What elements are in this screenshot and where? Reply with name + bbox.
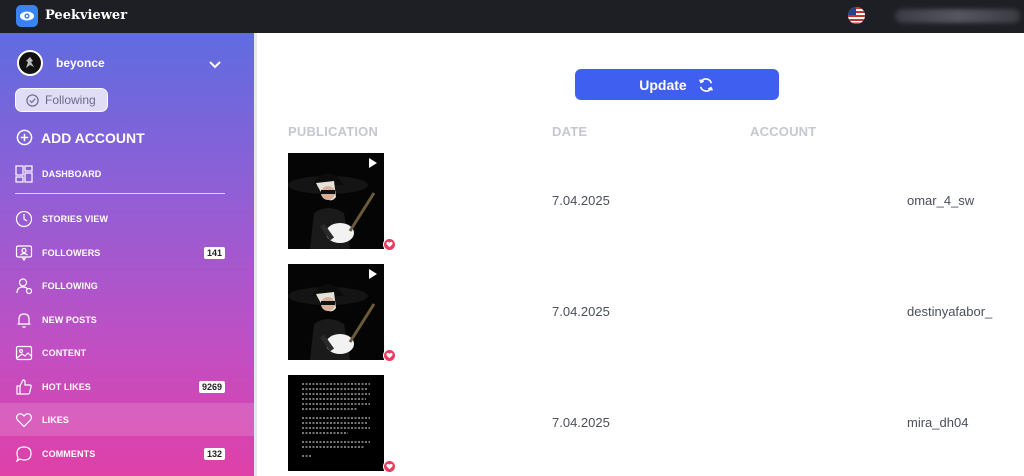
top-bar: Peekviewer [0,0,1024,33]
count-badge: 141 [203,246,225,259]
play-icon [369,269,377,279]
play-icon [369,158,377,168]
avatar[interactable] [17,50,43,76]
sidebar-item-label: COMMENTS [42,448,96,459]
sidebar-item-label: HOT LIKES [42,381,91,392]
following-label: Following [45,93,96,107]
eye-logo-icon[interactable] [16,5,38,27]
update-label: Update [639,76,687,93]
sidebar-item-following[interactable]: FOLLOWING [0,269,254,302]
update-button[interactable]: Update [575,69,779,100]
column-header-account: ACCOUNT [750,124,817,139]
date-cell: 7.04.2025 [552,415,610,430]
account-name[interactable]: beyonce [56,56,105,70]
user-icon [16,277,33,294]
column-header-publication: PUBLICATION [288,124,379,139]
clock-icon [15,210,33,227]
chevron-down-icon[interactable] [208,57,222,69]
thumbs-up-icon [16,378,32,395]
image-icon [15,345,33,360]
sidebar-item-likes[interactable]: LIKES [0,403,254,436]
account-cell[interactable]: mira_dh04 [907,415,968,430]
refresh-icon [698,77,713,92]
sidebar-item-label: FOLLOWING [42,280,98,291]
sidebar-item-stories-view[interactable]: STORIES VIEW [0,202,254,235]
sidebar-item-label: FOLLOWERS [42,247,101,258]
add-account-label: ADD ACCOUNT [41,129,145,146]
publication-thumbnail[interactable] [288,375,384,471]
comment-icon [15,445,32,462]
us-flag-icon[interactable] [848,7,865,24]
add-account-button[interactable]: ADD ACCOUNT [16,129,145,146]
sidebar-item-comments[interactable]: COMMENTS 132 [0,437,254,470]
heart-badge-icon [383,349,396,362]
sidebar-item-label: NEW POSTS [42,314,97,325]
column-header-date: DATE [552,124,588,139]
count-badge: 132 [203,447,225,460]
user-menu[interactable] [895,9,1020,23]
plus-circle-icon [16,129,33,146]
sidebar-item-content[interactable]: CONTENT [0,336,254,369]
publication-thumbnail[interactable] [288,153,384,249]
followers-icon [15,244,33,261]
account-cell[interactable]: destinyafabor_ [907,304,992,319]
sidebar-border [254,33,257,476]
sidebar-item-followers[interactable]: FOLLOWERS 141 [0,236,254,269]
sidebar-item-new-posts[interactable]: NEW POSTS [0,303,254,336]
dashboard-icon [15,164,33,183]
sidebar-item-label: CONTENT [42,347,87,358]
sidebar-item-label: DASHBOARD [42,168,102,179]
brand-name[interactable]: Peekviewer [45,8,127,23]
sidebar-item-hot-likes[interactable]: HOT LIKES 9269 [0,370,254,403]
sidebar-item-label: STORIES VIEW [42,213,109,224]
heart-badge-icon [383,460,396,473]
sidebar-item-dashboard[interactable]: DASHBOARD [0,157,254,190]
count-badge: 9269 [198,380,225,393]
sidebar: beyonce Following ADD ACCOUNT DASHBOARD … [0,33,254,476]
bell-icon [17,312,31,328]
sidebar-item-label: LIKES [42,414,70,425]
date-cell: 7.04.2025 [552,193,610,208]
date-cell: 7.04.2025 [552,304,610,319]
publication-thumbnail[interactable] [288,264,384,360]
check-circle-icon [26,93,39,107]
heart-icon [16,412,32,427]
following-button[interactable]: Following [15,88,108,112]
account-cell[interactable]: omar_4_sw [907,193,974,208]
divider [15,193,225,194]
heart-badge-icon [383,238,396,251]
